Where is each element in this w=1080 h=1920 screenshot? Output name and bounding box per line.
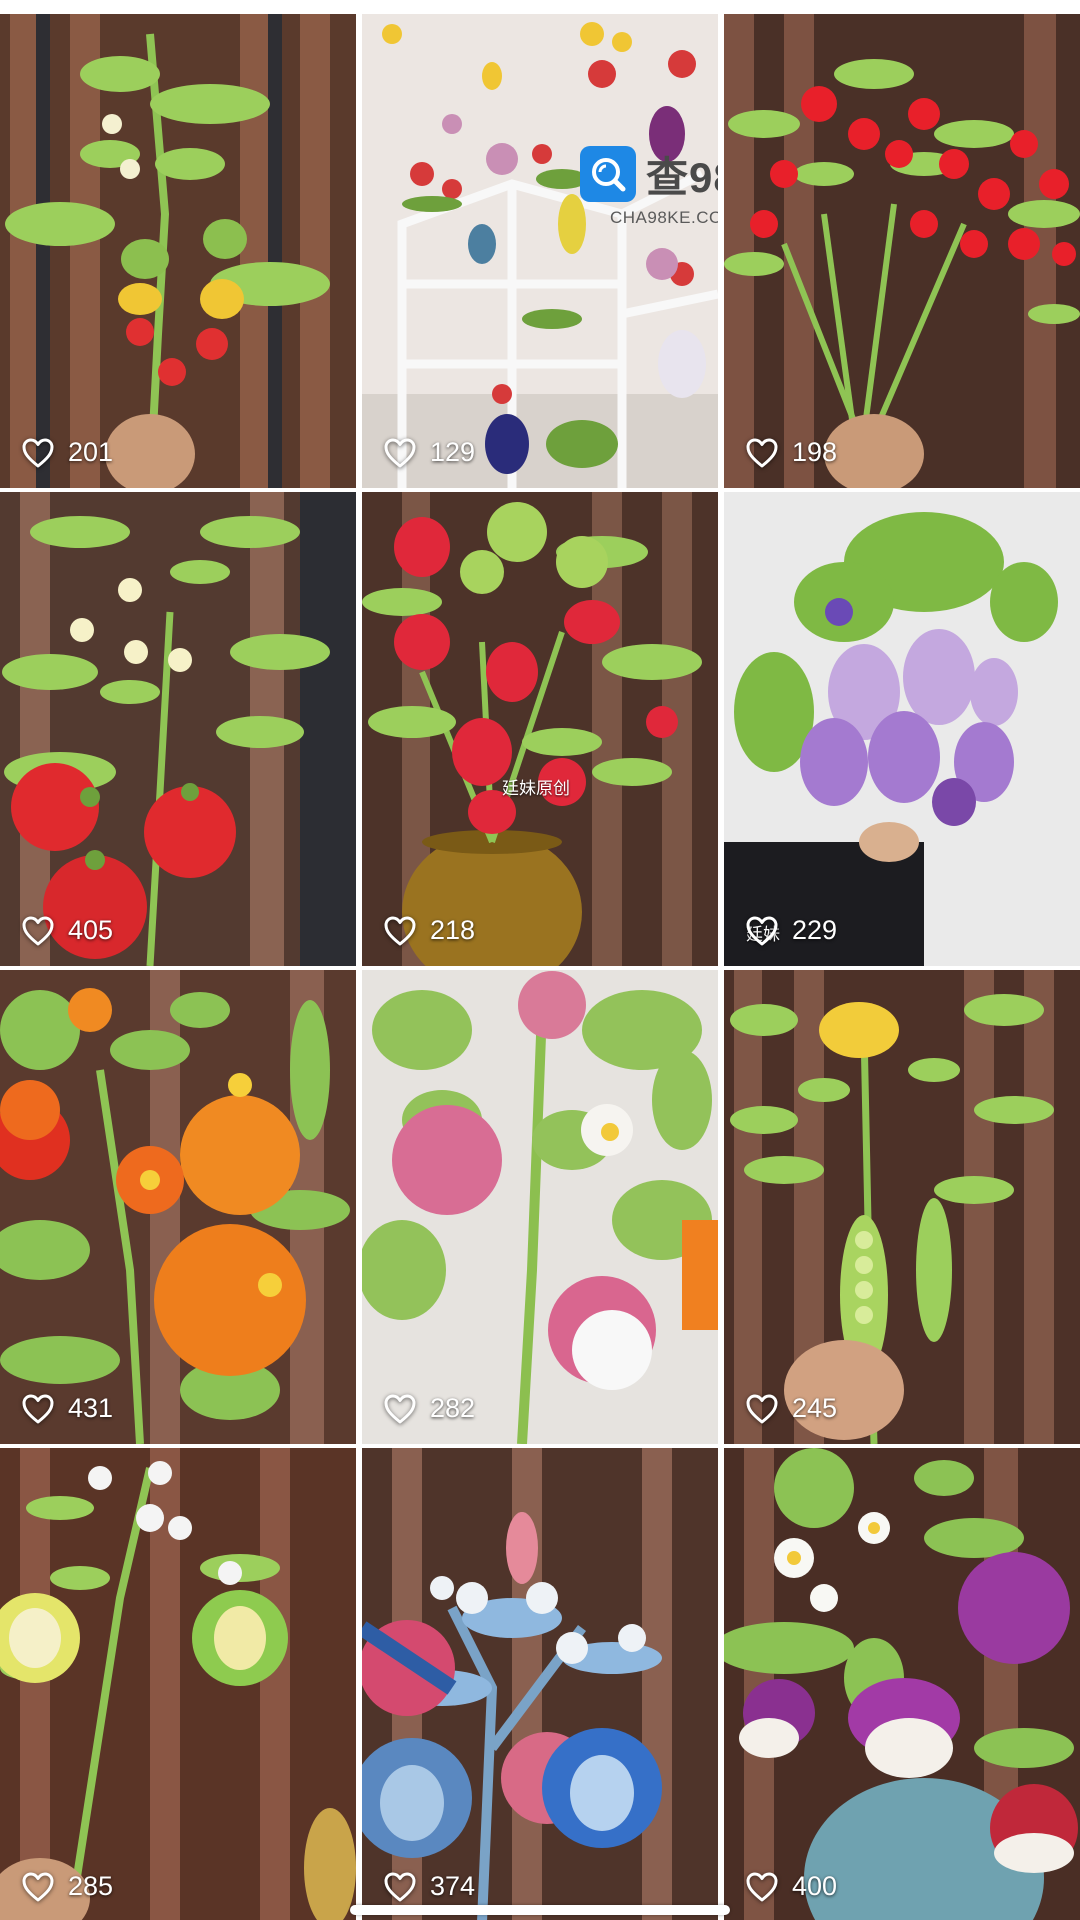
crochet-photo bbox=[362, 492, 718, 966]
grid-item[interactable]: 198 bbox=[724, 14, 1080, 488]
grid-item[interactable]: 285 bbox=[0, 1448, 356, 1920]
like-count: 218 bbox=[430, 915, 476, 945]
photo-grid: 201 查98课 bbox=[0, 14, 1080, 1920]
heart-icon[interactable] bbox=[384, 1872, 416, 1902]
crochet-photo bbox=[0, 970, 356, 1444]
grid-item[interactable]: 282 bbox=[362, 970, 718, 1444]
like-count: 245 bbox=[792, 1393, 838, 1423]
like-count: 282 bbox=[430, 1393, 476, 1423]
like-count: 431 bbox=[68, 1393, 114, 1423]
heart-icon[interactable] bbox=[22, 438, 54, 468]
heart-icon[interactable] bbox=[22, 1872, 54, 1902]
grid-item[interactable]: 廷妹 229 bbox=[724, 492, 1080, 966]
grid-item[interactable]: 廷妹原创 218 bbox=[362, 492, 718, 966]
grid-item[interactable]: 374 bbox=[362, 1448, 718, 1920]
heart-icon[interactable] bbox=[22, 916, 54, 946]
watermark: 查98课 CHA98KE.COM bbox=[580, 144, 718, 264]
watermark-title: 查98课 bbox=[646, 154, 718, 201]
heart-icon[interactable] bbox=[746, 438, 778, 468]
like-counter[interactable]: 374 bbox=[384, 1871, 475, 1902]
like-count: 198 bbox=[792, 437, 838, 467]
grid-item[interactable]: 431 bbox=[0, 970, 356, 1444]
crochet-photo bbox=[0, 1448, 356, 1920]
watermark-subtitle: CHA98KE.COM bbox=[610, 208, 718, 227]
crochet-photo bbox=[724, 14, 1080, 488]
crochet-photo bbox=[724, 1448, 1080, 1920]
crochet-photo bbox=[362, 1448, 718, 1920]
crochet-photo bbox=[0, 492, 356, 966]
like-count: 405 bbox=[68, 915, 114, 945]
crochet-photo bbox=[724, 970, 1080, 1444]
like-count: 285 bbox=[68, 1871, 114, 1901]
heart-icon[interactable] bbox=[384, 438, 416, 468]
heart-icon[interactable] bbox=[384, 916, 416, 946]
heart-icon[interactable] bbox=[746, 916, 778, 946]
like-count: 374 bbox=[430, 1871, 476, 1901]
like-counter[interactable]: 245 bbox=[746, 1393, 837, 1424]
like-counter[interactable]: 400 bbox=[746, 1871, 837, 1902]
heart-icon[interactable] bbox=[384, 1394, 416, 1424]
like-count: 129 bbox=[430, 437, 476, 467]
grid-item[interactable]: 405 bbox=[0, 492, 356, 966]
grid-item[interactable]: 245 bbox=[724, 970, 1080, 1444]
like-count: 229 bbox=[792, 915, 838, 945]
heart-icon[interactable] bbox=[22, 1394, 54, 1424]
like-counter[interactable]: 405 bbox=[22, 915, 113, 946]
grid-item[interactable]: 查98课 CHA98KE.COM 129 bbox=[362, 14, 718, 488]
like-counter[interactable]: 201 bbox=[22, 437, 113, 468]
grid-item[interactable]: 201 bbox=[0, 14, 356, 488]
home-indicator[interactable] bbox=[350, 1905, 730, 1915]
heart-icon[interactable] bbox=[746, 1394, 778, 1424]
like-count: 400 bbox=[792, 1871, 838, 1901]
like-counter[interactable]: 431 bbox=[22, 1393, 113, 1424]
crochet-photo bbox=[362, 970, 718, 1444]
like-counter[interactable]: 285 bbox=[22, 1871, 113, 1902]
crochet-photo bbox=[0, 14, 356, 488]
creator-watermark-text: 廷妹原创 bbox=[502, 779, 570, 798]
like-counter[interactable]: 218 bbox=[384, 915, 475, 946]
heart-icon[interactable] bbox=[746, 1872, 778, 1902]
crochet-photo bbox=[724, 492, 1080, 966]
like-counter[interactable]: 282 bbox=[384, 1393, 475, 1424]
like-counter[interactable]: 129 bbox=[384, 437, 475, 468]
like-count: 201 bbox=[68, 437, 114, 467]
search-logo-icon bbox=[580, 146, 636, 202]
grid-item[interactable]: 400 bbox=[724, 1448, 1080, 1920]
like-counter[interactable]: 229 bbox=[746, 915, 837, 946]
like-counter[interactable]: 198 bbox=[746, 437, 837, 468]
